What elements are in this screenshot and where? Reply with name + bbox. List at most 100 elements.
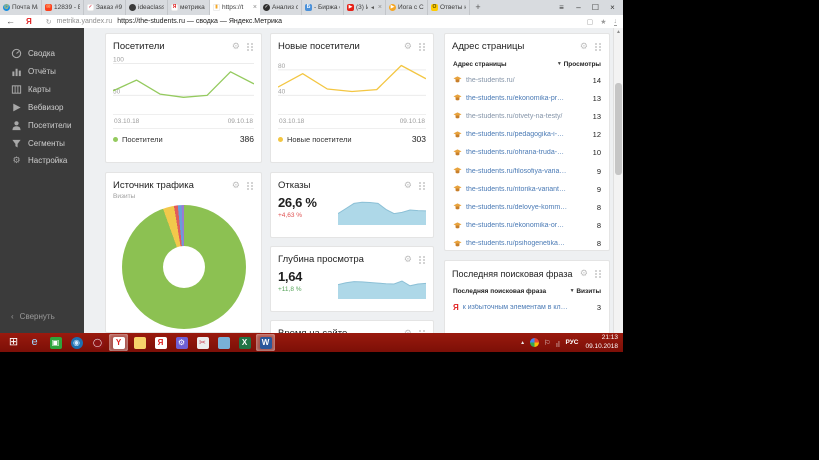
widget-settings-gear-icon[interactable]: ⚙ — [232, 181, 240, 190]
tab-close-icon[interactable]: × — [253, 4, 257, 11]
svg-text:100: 100 — [113, 57, 124, 64]
widget-drag-handle-icon[interactable] — [246, 181, 254, 190]
views-count: 13 — [592, 93, 601, 103]
widget-settings-gear-icon[interactable]: ⚙ — [404, 42, 412, 51]
browser-tab[interactable]: ▮ https://t × — [210, 0, 260, 15]
browser-tab[interactable]: ideaclass.g — [126, 0, 168, 15]
legend-label: Новые посетители — [287, 134, 352, 144]
views-count: 8 — [596, 202, 601, 212]
browser-tab[interactable]: ✉12839 - Вх — [42, 0, 84, 15]
tray-expand-icon[interactable]: ▲ — [520, 340, 525, 346]
address-bar[interactable]: ← Я ↻ metrika.yandex.ru https://the-stud… — [0, 15, 623, 29]
page-url-link[interactable]: the-students.ru/pedagogika-i-… — [466, 131, 585, 138]
browser-tab[interactable]: Яметрика — — [168, 0, 210, 15]
excel-icon[interactable]: X — [235, 334, 254, 351]
speaker-icon[interactable]: ◄ — [370, 5, 375, 11]
yandex-icon: Я — [171, 4, 178, 11]
back-button[interactable]: ← — [6, 17, 15, 26]
widget-settings-gear-icon[interactable]: ⚙ — [404, 255, 412, 264]
page-scrollbar[interactable]: ▲ — [613, 28, 623, 333]
page-url-link[interactable]: the-students.ru/psihogenetika… — [466, 240, 589, 247]
traffic-source-donut-chart[interactable] — [121, 205, 246, 329]
column-header-views[interactable]: ▼ Просмотры — [557, 61, 601, 68]
browser-tab[interactable]: ▶Йога с Сат — [386, 0, 428, 15]
bar-chart-icon — [12, 68, 21, 76]
browser-menu-button[interactable]: ≡ — [553, 0, 570, 15]
widget-settings-gear-icon[interactable]: ⚙ — [580, 269, 588, 278]
sidebar-collapse-button[interactable]: ‹ Свернуть — [11, 312, 55, 321]
g-logo-icon[interactable] — [530, 338, 540, 347]
settings-gear-icon[interactable]: ⚙ — [172, 334, 191, 351]
sidebar-item-webvisor[interactable]: Вебвизор — [0, 98, 84, 116]
page-url-link[interactable]: the-students.ru/ekonomika-or… — [466, 222, 589, 229]
browser-tab[interactable]: ✓Анализ са — [260, 0, 302, 15]
site-favicon-icon — [453, 149, 462, 156]
start-button[interactable]: ⊞ — [4, 334, 23, 351]
site-favicon-icon — [453, 185, 462, 192]
page-url-link[interactable]: the-students.ru/ — [466, 77, 585, 84]
snipping-tool-icon[interactable]: ✂ — [193, 334, 212, 351]
tab-close-icon[interactable]: × — [378, 4, 382, 11]
sidebar-item-visitors[interactable]: Посетители — [0, 116, 84, 134]
green-app-icon[interactable]: ▣ — [46, 334, 65, 351]
widget-title: Посетители — [113, 41, 165, 52]
search-phrase-link[interactable]: к избыточным элементам в кл… — [463, 304, 589, 311]
widget-drag-handle-icon[interactable] — [594, 42, 602, 51]
reload-icon[interactable]: ↻ — [46, 18, 52, 26]
widget-settings-gear-icon[interactable]: ⚙ — [580, 42, 588, 51]
page-url-link[interactable]: the-students.ru/filosofiya-varia… — [466, 168, 589, 175]
minimize-button[interactable]: – — [570, 0, 587, 15]
language-indicator[interactable]: РУС — [565, 339, 578, 346]
yandex-browser-icon[interactable]: Y — [109, 334, 128, 351]
network-signal-icon[interactable]: ⣴ — [555, 339, 560, 347]
column-header-visits[interactable]: ▼ Визиты — [570, 288, 601, 295]
word-icon[interactable]: W — [256, 334, 275, 351]
browser-tab[interactable]: @Почта Mai — [0, 0, 42, 15]
new-visitors-line-chart[interactable]: 80 40 — [278, 56, 426, 108]
widget-drag-handle-icon[interactable] — [594, 269, 602, 278]
close-button[interactable]: × — [604, 0, 621, 15]
page-icon[interactable]: ▢ — [587, 18, 594, 26]
blue-app-icon[interactable]: ◉ — [67, 334, 86, 351]
widget-drag-handle-icon[interactable] — [418, 181, 426, 190]
yandex-logo-icon[interactable]: Я — [26, 17, 32, 26]
date-to-label: 09.10.18 — [399, 118, 425, 125]
yandex-app-icon[interactable]: Я — [151, 334, 170, 351]
scroll-up-arrow-icon[interactable]: ▲ — [614, 29, 623, 35]
widget-drag-handle-icon[interactable] — [418, 42, 426, 51]
visitors-line-chart[interactable]: 10050 — [113, 56, 254, 108]
sidebar-item-segments[interactable]: Сегменты — [0, 134, 84, 152]
sidebar-item-settings[interactable]: ⚙ Настройка — [0, 152, 84, 168]
column-header-phrase[interactable]: Последняя поисковая фраза — [453, 288, 546, 295]
page-url-link[interactable]: the-students.ru/delovye-komm… — [466, 204, 589, 211]
page-url-link[interactable]: the-students.ru/ritorika-variant… — [466, 186, 589, 193]
page-url-link[interactable]: the-students.ru/otvety-na-testy/ — [466, 113, 585, 120]
widget-settings-gear-icon[interactable]: ⚙ — [404, 181, 412, 190]
new-tab-button[interactable]: + — [470, 0, 486, 15]
scrollbar-thumb[interactable] — [615, 83, 622, 175]
page-url-link[interactable]: the-students.ru/ohrana-truda-… — [466, 149, 585, 156]
widget-drag-handle-icon[interactable] — [418, 255, 426, 264]
column-header-url[interactable]: Адрес страницы — [453, 61, 507, 68]
bookmark-star-icon[interactable]: ★ — [600, 18, 606, 26]
clock[interactable]: 21:13 09.10.2018 — [585, 334, 618, 350]
browser-tab[interactable]: Б- Биржа са — [302, 0, 344, 15]
folder-icon[interactable] — [130, 334, 149, 351]
power-app-icon[interactable]: ◯ — [88, 334, 107, 351]
aero-window-icon[interactable] — [214, 334, 233, 351]
page-url-row: the-students.ru/psihogenetika… 8 — [452, 235, 602, 250]
browser-tab[interactable]: ✓Заказ #92 — [84, 0, 126, 15]
browser-tab[interactable]: ООтветы на — [428, 0, 470, 15]
page-url-link[interactable]: the-students.ru/ekonomika-pr… — [466, 95, 585, 102]
widget-settings-gear-icon[interactable]: ⚙ — [232, 42, 240, 51]
restore-button[interactable]: ☐ — [587, 0, 604, 15]
sidebar-item-maps[interactable]: Карты — [0, 80, 84, 98]
notification-flag-icon[interactable]: ⚐ — [544, 339, 550, 347]
ie-icon[interactable]: e — [25, 334, 44, 351]
browser-tab[interactable]: ▶(3) И◄× — [344, 0, 386, 15]
download-icon[interactable]: ↓ — [613, 18, 617, 26]
date-to-label: 09.10.18 — [227, 118, 253, 125]
sidebar-item-reports[interactable]: Отчёты — [0, 62, 84, 80]
widget-drag-handle-icon[interactable] — [246, 42, 254, 51]
sidebar-item-summary[interactable]: Сводка — [0, 44, 84, 62]
